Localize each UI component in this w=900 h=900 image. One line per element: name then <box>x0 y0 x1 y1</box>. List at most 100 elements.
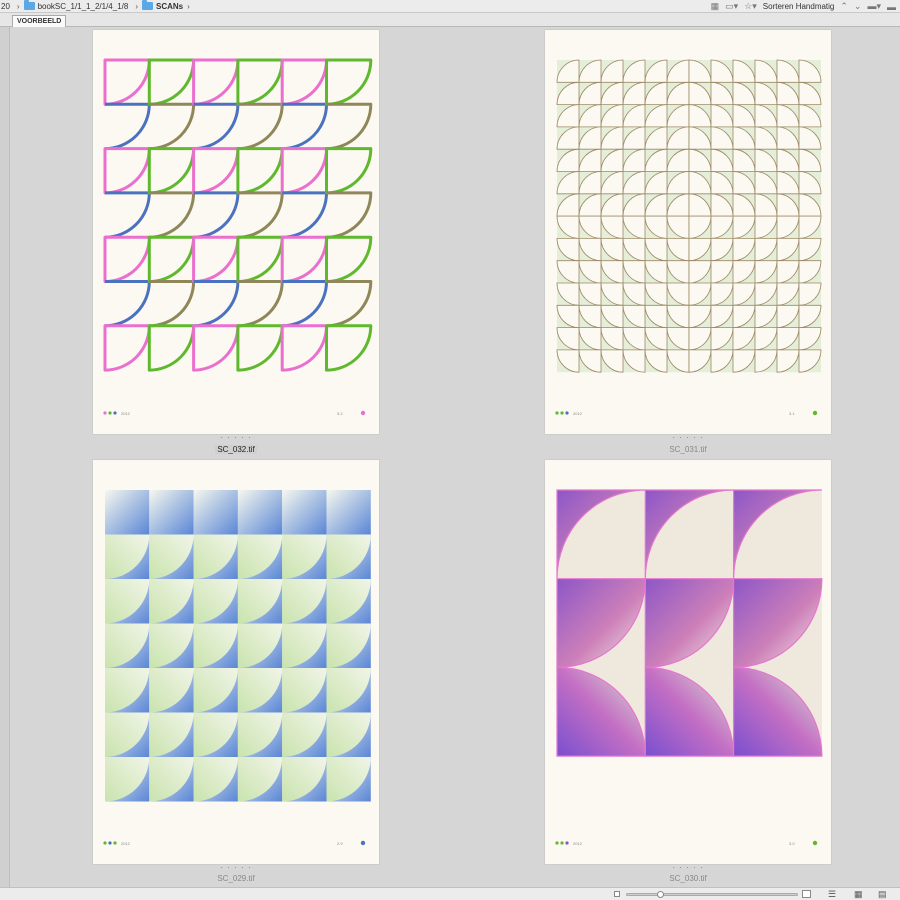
footer-mark <box>108 411 112 415</box>
artwork-sc029: 2012 2.9 <box>103 490 371 846</box>
toolbar-right: ▦ ▭▾ ☆▾ Sorteren Handmatig ⌃ ⌄ ▬▾ ▬ <box>711 0 896 13</box>
filename-label[interactable]: SC_032.tif <box>196 445 276 454</box>
footer-mark <box>103 841 107 845</box>
grid-view-icon[interactable]: ▦ <box>854 889 863 900</box>
new-folder-icon[interactable]: ▬ <box>887 2 896 12</box>
footer-mark <box>560 841 564 845</box>
gradient-tile <box>282 490 327 535</box>
grid-filter-icon[interactable]: ▦ <box>711 1 720 12</box>
arc-tile <box>280 58 328 106</box>
arc-tile <box>147 58 196 106</box>
arc-tile <box>325 235 373 283</box>
arc-tile <box>282 102 328 151</box>
arc-tile <box>280 235 328 283</box>
arc-tile <box>193 191 240 239</box>
arc-tile <box>282 280 328 328</box>
footer-mark <box>555 841 559 845</box>
filename-label[interactable]: SC_031.tif <box>648 445 728 454</box>
arc-tile <box>282 191 328 239</box>
gradient-tile <box>105 490 150 535</box>
path-bar: 20 › bookSC_1/1_1_2/1/4_1/8 › SCANs › ▦ … <box>0 0 900 13</box>
breadcrumb-1[interactable]: › bookSC_1/1_1_2/1/4_1/8 <box>13 0 129 11</box>
thumbnail-sc030[interactable]: 2012 3.0 <box>545 460 831 864</box>
footer-mark <box>565 841 569 845</box>
footer-left-text: 2012 <box>573 841 583 846</box>
artwork-sc032: 2012 3.2 <box>103 58 373 416</box>
gradient-tile <box>326 490 371 535</box>
panel-resize-handle[interactable] <box>0 27 10 887</box>
arc-tile <box>325 324 373 372</box>
filename-label[interactable]: SC_030.tif <box>648 874 728 883</box>
star-icon[interactable]: ☆▾ <box>744 1 757 12</box>
arc-tile <box>237 102 284 151</box>
arc-tile <box>326 191 373 239</box>
chevron-down-icon[interactable]: ⌄ <box>854 1 862 12</box>
arc-tile <box>280 324 328 372</box>
print-footer: 2012 3.0 <box>555 840 818 846</box>
arc-tile <box>236 58 284 106</box>
arc-tile <box>149 102 196 151</box>
zoom-slider-knob[interactable] <box>656 891 664 898</box>
rating-dots[interactable]: · · · · · <box>196 863 276 872</box>
filename-label[interactable]: SC_029.tif <box>196 874 276 883</box>
arc-tile <box>103 235 151 283</box>
arc-tile <box>192 58 240 106</box>
arc-tile <box>103 147 151 195</box>
footer-mark <box>565 411 569 415</box>
arc-tile <box>237 191 284 239</box>
footer-left-text: 2012 <box>121 411 131 416</box>
arc-tile <box>236 147 284 195</box>
arc-tile <box>326 102 373 151</box>
chevron-up-icon[interactable]: ⌃ <box>840 1 848 12</box>
list-view-icon[interactable]: ☰ <box>828 889 836 900</box>
detail-view-icon[interactable]: ▤ <box>878 889 887 900</box>
folder-menu-icon[interactable]: ▬▾ <box>867 1 881 12</box>
footer-mark <box>113 841 117 845</box>
arc-tile <box>280 147 328 195</box>
print-footer: 2012 3.1 <box>555 410 818 416</box>
gradient-tile <box>193 490 238 535</box>
arc-tile <box>192 324 240 372</box>
thumbnail-sc032[interactable]: 2012 3.2 <box>93 30 379 434</box>
arc-tile <box>147 235 196 283</box>
breadcrumb-label: SCANs <box>156 1 184 11</box>
rating-dots[interactable]: · · · · · <box>648 863 728 872</box>
arc-tile <box>149 280 196 328</box>
print-footer: 2012 3.2 <box>103 410 366 416</box>
arc-tile <box>193 280 240 328</box>
breadcrumb-2[interactable]: › SCANs › <box>131 0 193 11</box>
footer-page-mark <box>812 840 818 846</box>
arc-tile <box>103 58 151 106</box>
arc-tile <box>325 58 373 106</box>
footer-right-text: 2.9 <box>337 841 343 846</box>
footer-left-text: 2012 <box>121 841 131 846</box>
footer-page-mark <box>360 840 366 846</box>
folder-icon <box>142 0 153 10</box>
footer-left-text: 2012 <box>573 411 583 416</box>
artwork-sc030: 2012 3.0 <box>555 489 823 846</box>
thumbnail-grid: 2012 3.2 · · · · · SC_032.tif 2012 3.1 · ·… <box>10 27 900 887</box>
footer-right-text: 3.2 <box>337 411 343 416</box>
footer-mark <box>103 411 107 415</box>
arc-tile <box>147 324 196 372</box>
view-options-icon[interactable]: ▭▾ <box>725 1 738 12</box>
breadcrumb-label: bookSC_1/1_1_2/1/4_1/8 <box>37 1 129 11</box>
zoom-slider[interactable] <box>626 891 798 898</box>
small-thumbnail-icon <box>614 891 620 897</box>
footer-page-mark <box>812 410 818 416</box>
footer-right-text: 3.1 <box>789 411 795 416</box>
thumbnail-sc031[interactable]: 2012 3.1 <box>545 30 831 434</box>
arc-tile <box>149 191 196 239</box>
arc-tile <box>325 147 373 195</box>
arc-tile <box>236 235 284 283</box>
arc-tile <box>326 280 373 328</box>
thumbnail-sc029[interactable]: 2012 2.9 <box>93 460 379 864</box>
arc-tile <box>192 235 240 283</box>
footer-mark <box>560 411 564 415</box>
tab-voorbeeld[interactable]: VOORBEELD <box>12 15 67 27</box>
gradient-tile <box>149 490 194 535</box>
rating-dots[interactable]: · · · · · <box>196 433 276 442</box>
rating-dots[interactable]: · · · · · <box>648 433 728 442</box>
arc-tile <box>103 324 151 372</box>
sort-button[interactable]: Sorteren Handmatig <box>763 2 835 11</box>
